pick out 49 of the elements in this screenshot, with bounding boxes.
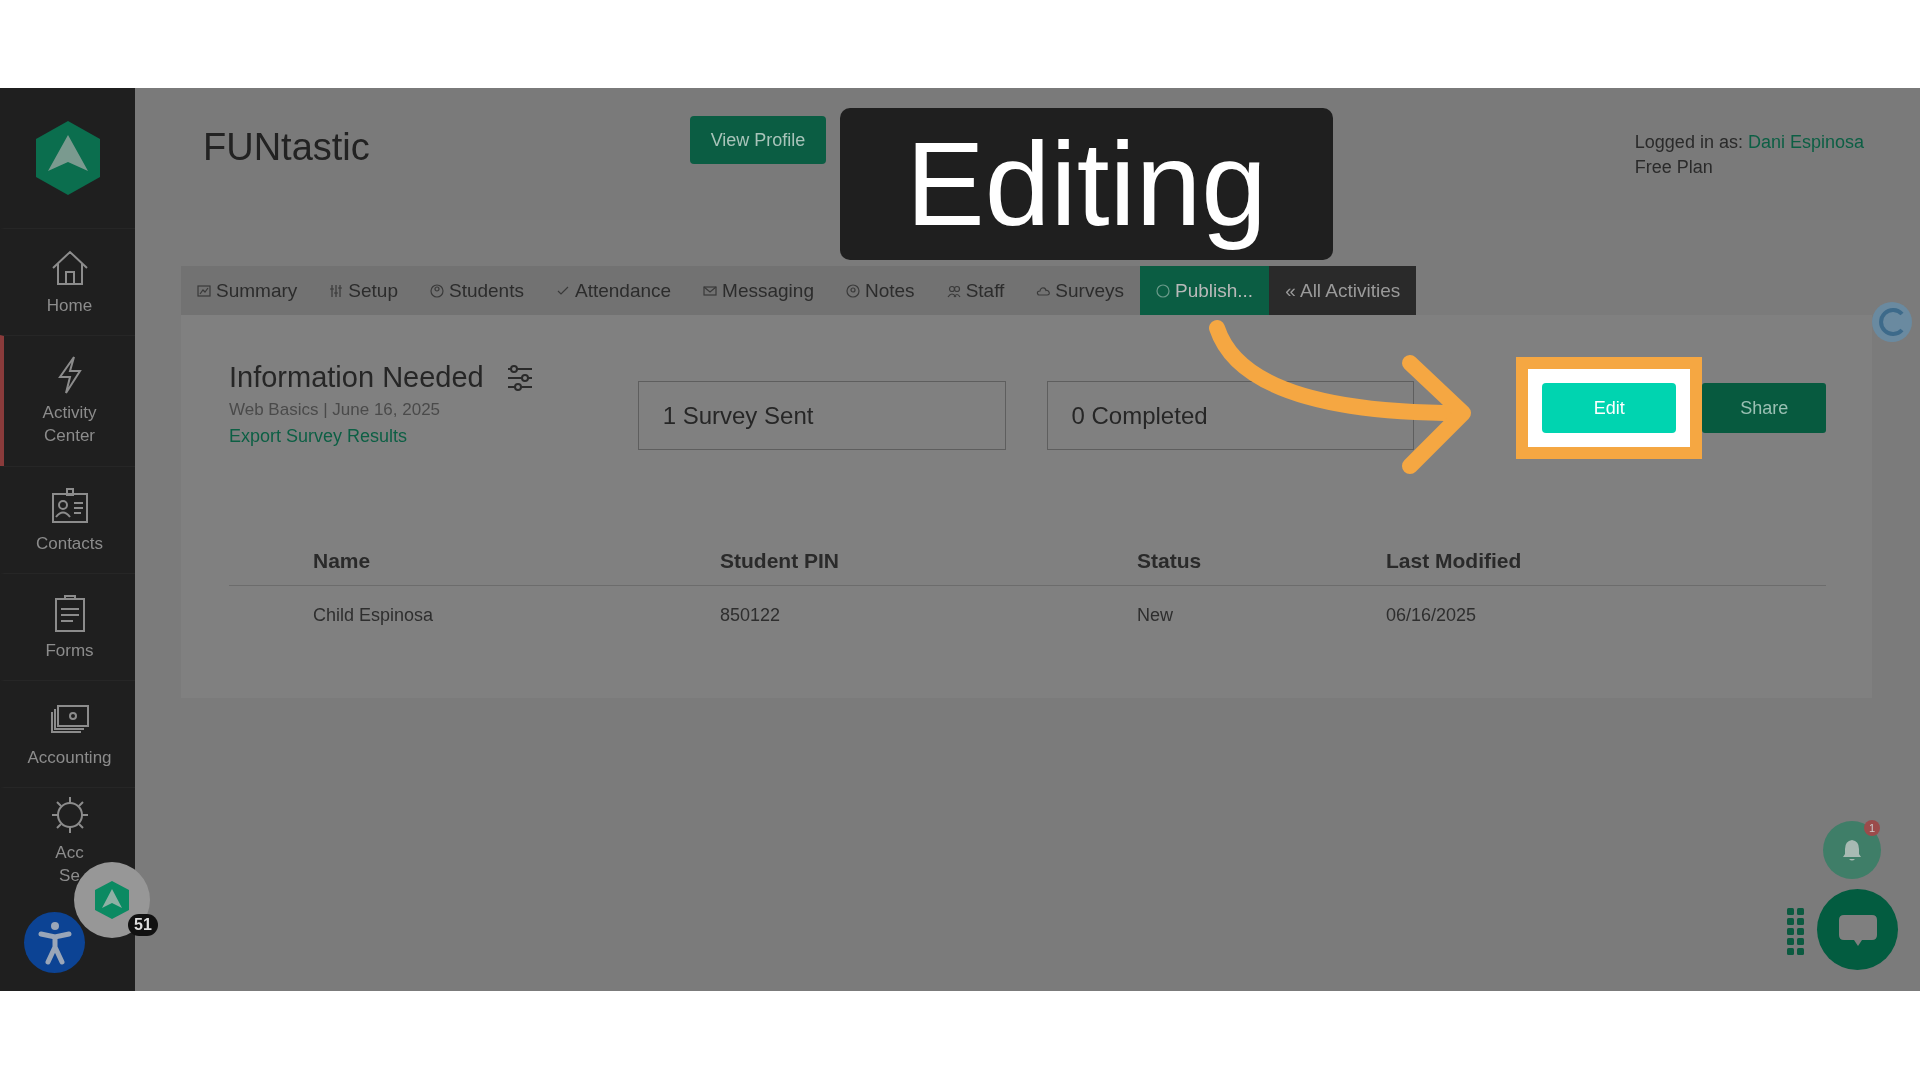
column-header: Last Modified [1386, 549, 1523, 573]
survey-title: Information Needed [229, 361, 484, 394]
sidebar-item[interactable]: Forms [0, 573, 135, 680]
table-cell-text: New [1137, 604, 1174, 626]
tab[interactable]: Students [413, 266, 540, 315]
stat-box: 1 Survey Sent [637, 381, 1006, 450]
stat-box: 0 Completed [1046, 381, 1415, 450]
table-cell-text: 06/16/2025 [1386, 604, 1478, 626]
tab[interactable]: Staff [930, 266, 1021, 315]
contact-card-icon [49, 485, 90, 526]
circle-logo-icon [1870, 300, 1914, 344]
tab[interactable]: Setup [313, 266, 414, 315]
filter-icon [505, 364, 534, 391]
chart-icon [197, 283, 211, 298]
count-badge: 51 [128, 914, 158, 936]
people-icon [946, 283, 961, 298]
bell-icon [1841, 838, 1863, 862]
sidebar-item[interactable]: Home [0, 228, 135, 335]
tab[interactable]: Notes [830, 266, 931, 315]
tab[interactable]: Summary [181, 266, 314, 315]
share-button[interactable]: Share [1702, 383, 1826, 433]
sliders-icon [329, 283, 344, 298]
accessibility-icon [37, 920, 72, 965]
column-header: Status [1137, 549, 1203, 573]
view-profile-button[interactable]: View Profile [690, 116, 826, 164]
table-cell-text: 850122 [720, 604, 782, 626]
app-logo-icon [94, 880, 130, 920]
login-label: Logged in as: [1634, 131, 1743, 154]
person-circle-icon [429, 283, 444, 298]
grip-handle-icon [1787, 908, 1804, 955]
table-cell-text: Child Espinosa [313, 604, 435, 626]
person-circle-icon [846, 283, 860, 298]
user-link[interactable]: Dani Espinosa [1747, 130, 1864, 155]
tab[interactable]: Surveys [1020, 266, 1140, 315]
sidebar-item[interactable]: Accounting [0, 680, 135, 787]
tab[interactable]: Messaging [687, 266, 830, 315]
sidebar-item[interactable]: Contacts [0, 466, 135, 573]
tab[interactable]: Attendance [539, 266, 688, 315]
back-link[interactable]: « All Activities [1269, 266, 1417, 315]
column-header: Name [313, 549, 372, 573]
plan-label: Free Plan [1634, 156, 1714, 179]
tab[interactable]: Publish... [1140, 266, 1270, 315]
caption-label: Editing [840, 108, 1333, 260]
column-header: Student PIN [720, 549, 840, 573]
export-link[interactable]: Export Survey Results [229, 426, 638, 447]
page-title: FUNtastic [203, 126, 370, 169]
envelope-icon [703, 283, 718, 298]
sidebar-item[interactable]: Activity Center [0, 335, 135, 466]
edit-button[interactable]: Edit [1542, 383, 1677, 433]
